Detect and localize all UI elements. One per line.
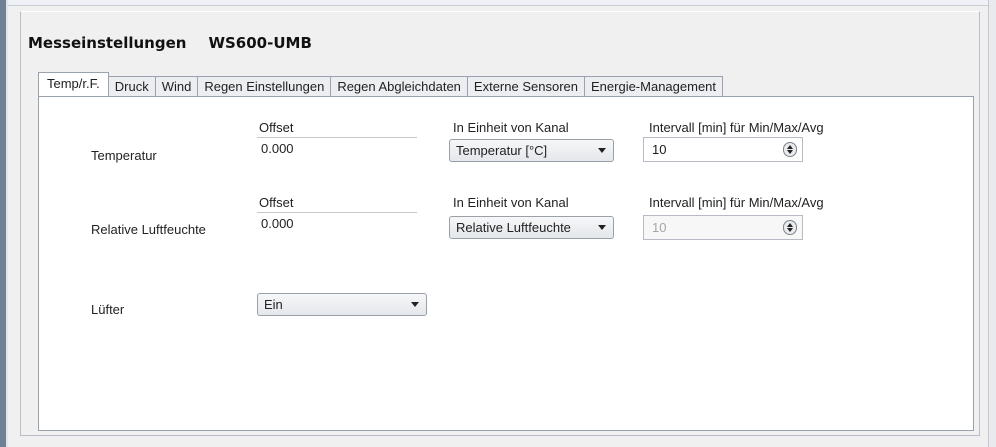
spin-updown-icon[interactable] xyxy=(783,142,797,157)
temperatur-unit-select[interactable]: Temperatur [°C] xyxy=(449,139,614,162)
chevron-down-icon xyxy=(598,148,606,153)
temperatur-unit-header: In Einheit von Kanal xyxy=(453,120,569,135)
luftfeuchte-unit-value: Relative Luftfeuchte xyxy=(456,220,571,235)
luefter-select[interactable]: Ein xyxy=(257,293,427,316)
page-title-label: Messeinstellungen xyxy=(28,34,187,52)
tab-druck[interactable]: Druck xyxy=(107,76,156,96)
tab-regen-abgleichdaten[interactable]: Regen Abgleichdaten xyxy=(330,76,468,96)
tab-wind[interactable]: Wind xyxy=(154,76,199,96)
luefter-value: Ein xyxy=(264,297,283,312)
page-title: Messeinstellungen WS600-UMB xyxy=(28,34,312,52)
luftfeuchte-label: Relative Luftfeuchte xyxy=(91,222,206,237)
luftfeuchte-unit-select[interactable]: Relative Luftfeuchte xyxy=(449,216,614,239)
luftfeuchte-interval-value: 10 xyxy=(652,220,667,235)
tab-externe-sensoren[interactable]: Externe Sensoren xyxy=(466,76,585,96)
tab-content-temp-rf: Temperatur Offset 0.000 In Einheit von K… xyxy=(38,96,974,431)
temperatur-offset-field[interactable]: 0.000 xyxy=(257,137,417,157)
tab-bar: Temp/r.F. Druck Wind Regen Einstellungen… xyxy=(38,72,724,96)
window-left-frame xyxy=(0,0,8,447)
device-name: WS600-UMB xyxy=(208,34,312,52)
chevron-down-icon xyxy=(411,302,419,307)
tab-temp-rf[interactable]: Temp/r.F. xyxy=(38,72,109,96)
temperatur-interval-header: Intervall [min] für Min/Max/Avg xyxy=(649,120,824,135)
tab-regen-einstellungen[interactable]: Regen Einstellungen xyxy=(197,76,332,96)
chevron-down-icon xyxy=(598,225,606,230)
temperatur-unit-value: Temperatur [°C] xyxy=(456,143,548,158)
luftfeuchte-interval-stepper: 10 xyxy=(643,215,803,240)
window-right-frame xyxy=(988,0,996,447)
luftfeuchte-offset-header: Offset xyxy=(259,195,294,210)
settings-window: Messeinstellungen WS600-UMB Temp/r.F. Dr… xyxy=(0,0,996,447)
temperatur-label: Temperatur xyxy=(91,148,157,163)
spin-updown-icon xyxy=(783,220,797,235)
temperatur-interval-stepper[interactable]: 10 xyxy=(643,137,803,162)
luftfeuchte-unit-header: In Einheit von Kanal xyxy=(453,195,569,210)
luftfeuchte-interval-header: Intervall [min] für Min/Max/Avg xyxy=(649,195,824,210)
temperatur-interval-value: 10 xyxy=(652,142,667,157)
temperatur-offset-header: Offset xyxy=(259,120,294,135)
tab-energie-management[interactable]: Energie-Management xyxy=(584,76,724,96)
luefter-label: Lüfter xyxy=(91,302,125,317)
title-strip xyxy=(8,0,996,6)
luftfeuchte-offset-field[interactable]: 0.000 xyxy=(257,212,417,232)
